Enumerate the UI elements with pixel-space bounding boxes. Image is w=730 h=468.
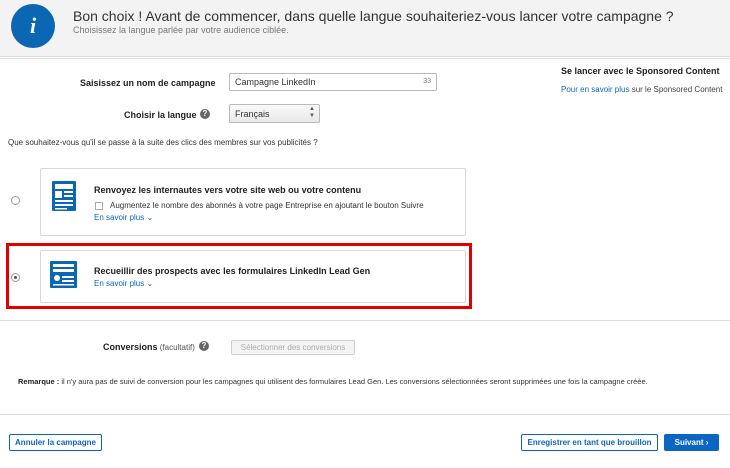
select-arrows-icon: ▲ ▼ — [309, 106, 315, 119]
page-subtitle: Choisissez la langue parlée par votre au… — [73, 25, 289, 35]
conversions-label: Conversions (facultatif) — [103, 342, 195, 352]
page-title: Bon choix ! Avant de commencer, dans que… — [73, 8, 674, 24]
language-label: Choisir la langue — [124, 110, 197, 120]
info-icon: i — [11, 4, 55, 48]
click-action-question: Que souhaitez-vous qu'il se passe à la s… — [8, 138, 318, 147]
selection-highlight — [6, 243, 472, 309]
language-value: Français — [235, 109, 270, 119]
help-icon[interactable]: ? — [199, 341, 209, 351]
remark-note: Remarque : il n'y aura pas de suivi de c… — [18, 377, 648, 386]
sponsored-content-title: Se lancer avec le Sponsored Content — [561, 66, 720, 76]
select-conversions-button[interactable]: Sélectionner des conversions — [231, 340, 355, 355]
option-website-learn-more[interactable]: En savoir plus ⌄ — [94, 213, 153, 222]
cancel-campaign-button[interactable]: Annuler la campagne — [9, 434, 102, 451]
campaign-name-field[interactable]: 33 — [229, 73, 437, 91]
save-draft-button[interactable]: Enregistrer en tant que brouillon — [521, 434, 658, 451]
sponsored-content-text: Pour en savoir plus sur le Sponsored Con… — [561, 85, 723, 94]
follow-button-checkbox[interactable] — [95, 202, 103, 210]
divider — [0, 320, 730, 321]
chevron-down-icon: ⌄ — [146, 213, 154, 222]
campaign-name-label: Saisissez un nom de campagne — [80, 78, 216, 88]
campaign-name-input[interactable] — [235, 76, 415, 88]
option-website-radio[interactable] — [11, 196, 20, 205]
divider — [0, 414, 730, 415]
option-website-title: Renvoyez les internautes vers votre site… — [94, 185, 362, 195]
divider — [0, 58, 730, 59]
website-icon — [41, 169, 83, 235]
option-website-card[interactable]: Renvoyez les internautes vers votre site… — [40, 168, 466, 236]
next-button[interactable]: Suivant › — [664, 434, 719, 451]
learn-more-link[interactable]: Pour en savoir plus — [561, 85, 629, 94]
follow-button-label: Augmentez le nombre des abonnés à votre … — [110, 201, 424, 210]
help-icon[interactable]: ? — [200, 109, 210, 119]
char-count: 33 — [423, 78, 431, 85]
page-header: i Bon choix ! Avant de commencer, dans q… — [0, 0, 730, 57]
language-select[interactable]: Français ▲ ▼ — [229, 104, 320, 123]
